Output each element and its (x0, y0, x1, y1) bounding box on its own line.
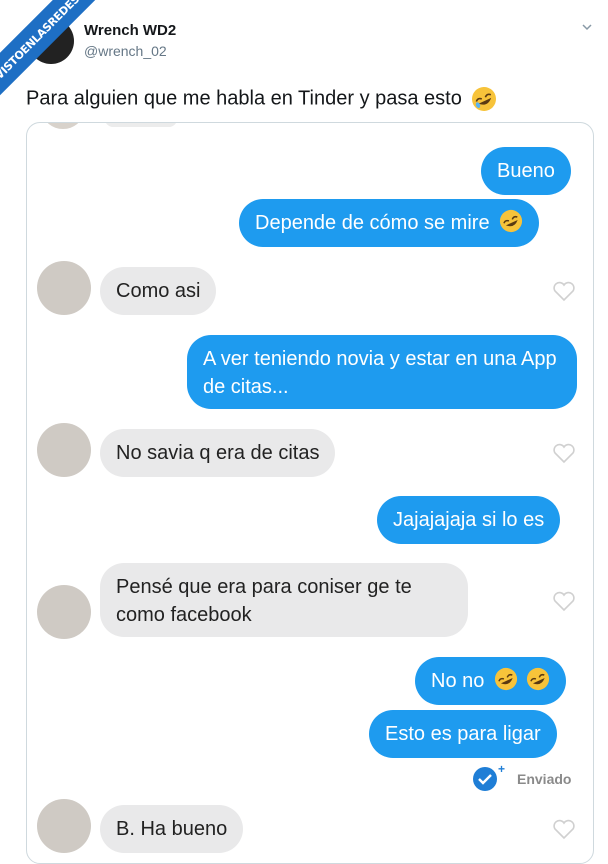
message-text: Bueno (497, 160, 555, 182)
chat-screenshot: Bueno Depende de cómo se mire Como asi A… (26, 122, 594, 864)
contact-avatar[interactable] (37, 585, 91, 639)
author-handle[interactable]: @wrench_02 (84, 43, 167, 59)
contact-avatar[interactable] (37, 799, 91, 853)
message-bubble-in: Pensé que era para coniser ge te como fa… (100, 563, 468, 637)
heart-icon[interactable] (552, 280, 576, 302)
heart-icon[interactable] (552, 590, 576, 612)
message-bubble-in: No savia q era de citas (100, 429, 336, 477)
message-bubble-in: Como asi (100, 267, 217, 315)
message-text: Como asi (116, 280, 201, 302)
message-bubble-out: A ver teniendo novia y estar en una App … (187, 335, 577, 409)
sent-check-icon (473, 767, 497, 791)
cut-off-bubble (105, 123, 177, 127)
author-name[interactable]: Wrench WD2 (84, 22, 176, 39)
rofl-emoji-icon (500, 209, 523, 233)
message-bubble-out: Bueno (481, 147, 571, 195)
message-bubble-out: Depende de cómo se mire (239, 199, 540, 247)
message-text: Pensé que era para coniser ge te como fa… (116, 576, 412, 626)
tweet-text: Para alguien que me habla en Tinder y pa… (26, 86, 497, 112)
message-text: Depende de cómo se mire (255, 212, 490, 234)
message-text: B. Ha bueno (116, 818, 228, 840)
message-bubble-out: Jajajajaja si lo es (377, 496, 561, 544)
message-text: No savia q era de citas (116, 442, 320, 464)
message-text: Esto es para ligar (385, 723, 541, 745)
tweet-text-content: Para alguien que me habla en Tinder y pa… (26, 87, 462, 110)
tweet-header: Wrench WD2 @wrench_02 (0, 0, 608, 80)
cut-off-avatar (43, 123, 83, 129)
message-bubble-out: Esto es para ligar (369, 710, 557, 758)
message-text: No no (431, 670, 485, 692)
chevron-down-icon[interactable] (582, 22, 592, 32)
plus-icon: + (498, 762, 506, 776)
rofl-emoji-icon (472, 87, 497, 111)
message-bubble-in: B. Ha bueno (100, 805, 244, 853)
message-text: Jajajajaja si lo es (393, 509, 545, 531)
message-text: A ver teniendo novia y estar en una App … (203, 348, 557, 398)
message-bubble-out: No no (415, 657, 566, 705)
heart-icon[interactable] (552, 442, 576, 464)
heart-icon[interactable] (552, 818, 576, 840)
contact-avatar[interactable] (37, 423, 91, 477)
sent-status: Enviado (517, 771, 572, 787)
rofl-emoji-icon (526, 667, 549, 691)
contact-avatar[interactable] (37, 261, 91, 315)
rofl-emoji-icon (494, 667, 518, 691)
